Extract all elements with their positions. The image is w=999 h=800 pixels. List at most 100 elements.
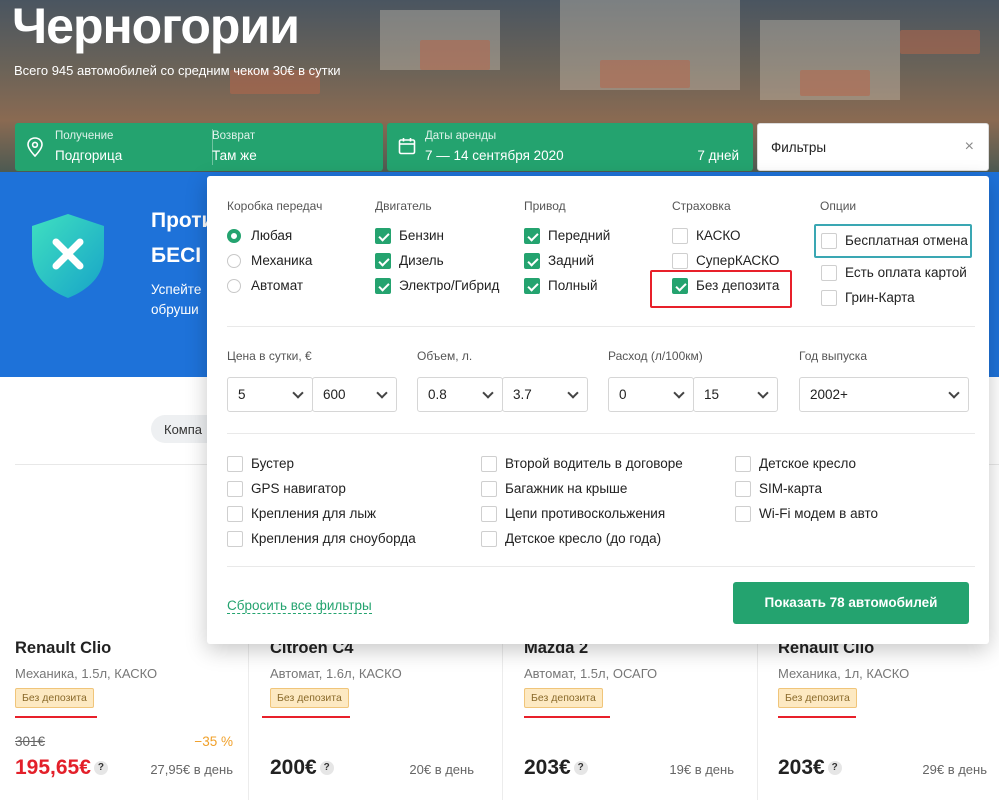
- price: 203€?: [524, 756, 588, 780]
- discount-label: −35 %: [194, 734, 233, 749]
- extra-infant-seat[interactable]: Детское кресло (до года): [481, 530, 661, 548]
- checkbox-icon[interactable]: [481, 456, 497, 472]
- gearbox-option-auto[interactable]: Автомат: [227, 277, 303, 295]
- chevron-down-icon: [376, 387, 388, 399]
- checkbox-icon[interactable]: [227, 506, 243, 522]
- filters-toggle[interactable]: Фильтры ×: [757, 123, 989, 171]
- price: 195,65€?: [15, 756, 108, 780]
- pickup-value[interactable]: Подгорица: [55, 148, 122, 163]
- extra-snowboard-rack[interactable]: Крепления для сноуборда: [227, 530, 416, 548]
- price-to-select[interactable]: 600: [312, 377, 397, 412]
- checkbox-icon[interactable]: [735, 481, 751, 497]
- help-icon[interactable]: ?: [827, 761, 842, 776]
- date-selector[interactable]: Даты аренды 7 — 14 сентября 2020 7 дней: [387, 123, 753, 171]
- dates-value[interactable]: 7 — 14 сентября 2020: [425, 148, 564, 163]
- extra-ski-rack[interactable]: Крепления для лыж: [227, 505, 376, 523]
- option-green-card[interactable]: Грин-Карта: [821, 289, 915, 307]
- extra-roof-rack[interactable]: Багажник на крыше: [481, 480, 627, 498]
- insurance-heading: Страховка: [672, 199, 731, 213]
- gearbox-heading: Коробка передач: [227, 199, 323, 213]
- price-heading: Цена в сутки, €: [227, 349, 312, 363]
- insurance-option-kasko[interactable]: КАСКО: [672, 227, 741, 245]
- checkbox-icon[interactable]: [672, 228, 688, 244]
- consumption-from-select[interactable]: 0: [608, 377, 694, 412]
- checkbox-icon[interactable]: [524, 228, 540, 244]
- volume-from-select[interactable]: 0.8: [417, 377, 503, 412]
- engine-heading: Двигатель: [375, 199, 432, 213]
- checkbox-icon[interactable]: [227, 456, 243, 472]
- extra-booster[interactable]: Бустер: [227, 455, 294, 473]
- divider: [227, 433, 975, 434]
- status-badge: Без депозита: [15, 688, 94, 708]
- show-results-button[interactable]: Показать 78 автомобилей: [733, 582, 969, 624]
- drive-option-front[interactable]: Передний: [524, 227, 610, 245]
- help-icon[interactable]: ?: [93, 761, 108, 776]
- price-per-day: 19€ в день: [669, 762, 734, 777]
- close-icon[interactable]: ×: [965, 138, 974, 156]
- consumption-to-select[interactable]: 15: [693, 377, 778, 412]
- checkbox-icon[interactable]: [821, 265, 837, 281]
- checkbox-icon[interactable]: [672, 253, 688, 269]
- extra-second-driver[interactable]: Второй водитель в договоре: [481, 455, 683, 473]
- radio-icon[interactable]: [227, 254, 241, 268]
- year-select[interactable]: 2002+: [799, 377, 969, 412]
- checkbox-icon[interactable]: [524, 253, 540, 269]
- price-from-select[interactable]: 5: [227, 377, 313, 412]
- checkbox-icon[interactable]: [735, 506, 751, 522]
- checkbox-icon[interactable]: [524, 278, 540, 294]
- divider: [227, 566, 975, 567]
- banner-headline: БЕСI: [151, 244, 202, 267]
- checkbox-icon[interactable]: [821, 290, 837, 306]
- status-badge: Без депозита: [270, 688, 349, 708]
- radio-icon[interactable]: [227, 229, 241, 243]
- checkbox-icon[interactable]: [375, 253, 391, 269]
- volume-to-select[interactable]: 3.7: [502, 377, 588, 412]
- pickup-label: Получение: [55, 130, 114, 142]
- highlight-box: [650, 270, 792, 308]
- reset-filters-link[interactable]: Сбросить все фильтры: [227, 598, 372, 614]
- location-selector[interactable]: Получение Подгорица Возврат Там же: [15, 123, 383, 171]
- engine-option-petrol[interactable]: Бензин: [375, 227, 444, 245]
- car-name[interactable]: Renault Clio: [15, 639, 111, 658]
- extra-gps[interactable]: GPS навигатор: [227, 480, 346, 498]
- shield-icon: [32, 214, 104, 298]
- checkbox-icon[interactable]: [481, 531, 497, 547]
- help-icon[interactable]: ?: [319, 761, 334, 776]
- gearbox-option-any[interactable]: Любая: [227, 227, 292, 245]
- checkbox-icon[interactable]: [375, 278, 391, 294]
- year-heading: Год выпуска: [799, 349, 867, 363]
- extra-sim-card[interactable]: SIM-карта: [735, 480, 822, 498]
- checkbox-icon[interactable]: [375, 228, 391, 244]
- chevron-down-icon: [567, 387, 579, 399]
- drive-option-all[interactable]: Полный: [524, 277, 598, 295]
- days-count: 7 дней: [697, 148, 739, 163]
- banner-title: Проти: [151, 209, 215, 232]
- help-icon[interactable]: ?: [573, 761, 588, 776]
- checkbox-icon[interactable]: [227, 531, 243, 547]
- extra-child-seat[interactable]: Детское кресло: [735, 455, 856, 473]
- checkbox-icon[interactable]: [821, 233, 837, 249]
- return-value[interactable]: Там же: [212, 148, 257, 163]
- page-subtitle: Всего 945 автомобилей со средним чеком 3…: [14, 63, 341, 78]
- engine-option-electric[interactable]: Электро/Гибрид: [375, 277, 499, 295]
- checkbox-icon[interactable]: [481, 506, 497, 522]
- car-specs: Механика, 1л, КАСКО: [778, 666, 910, 681]
- chevron-down-icon: [948, 387, 960, 399]
- option-free-cancel[interactable]: Бесплатная отмена: [821, 232, 968, 250]
- checkbox-icon[interactable]: [735, 456, 751, 472]
- extra-snow-chains[interactable]: Цепи противоскольжения: [481, 505, 665, 523]
- chevron-down-icon: [482, 387, 494, 399]
- radio-icon[interactable]: [227, 279, 241, 293]
- highlight-underline: [524, 716, 610, 718]
- insurance-option-superkasko[interactable]: СуперКАСКО: [672, 252, 779, 270]
- banner-text: Успейте обруши: [151, 282, 202, 317]
- gearbox-option-manual[interactable]: Механика: [227, 252, 312, 270]
- extra-wifi-modem[interactable]: Wi-Fi модем в авто: [735, 505, 878, 523]
- option-card-payment[interactable]: Есть оплата картой: [821, 264, 967, 282]
- checkbox-icon[interactable]: [227, 481, 243, 497]
- highlight-underline: [262, 716, 350, 718]
- checkbox-icon[interactable]: [481, 481, 497, 497]
- drive-option-rear[interactable]: Задний: [524, 252, 594, 270]
- filters-label: Фильтры: [771, 140, 827, 155]
- engine-option-diesel[interactable]: Дизель: [375, 252, 444, 270]
